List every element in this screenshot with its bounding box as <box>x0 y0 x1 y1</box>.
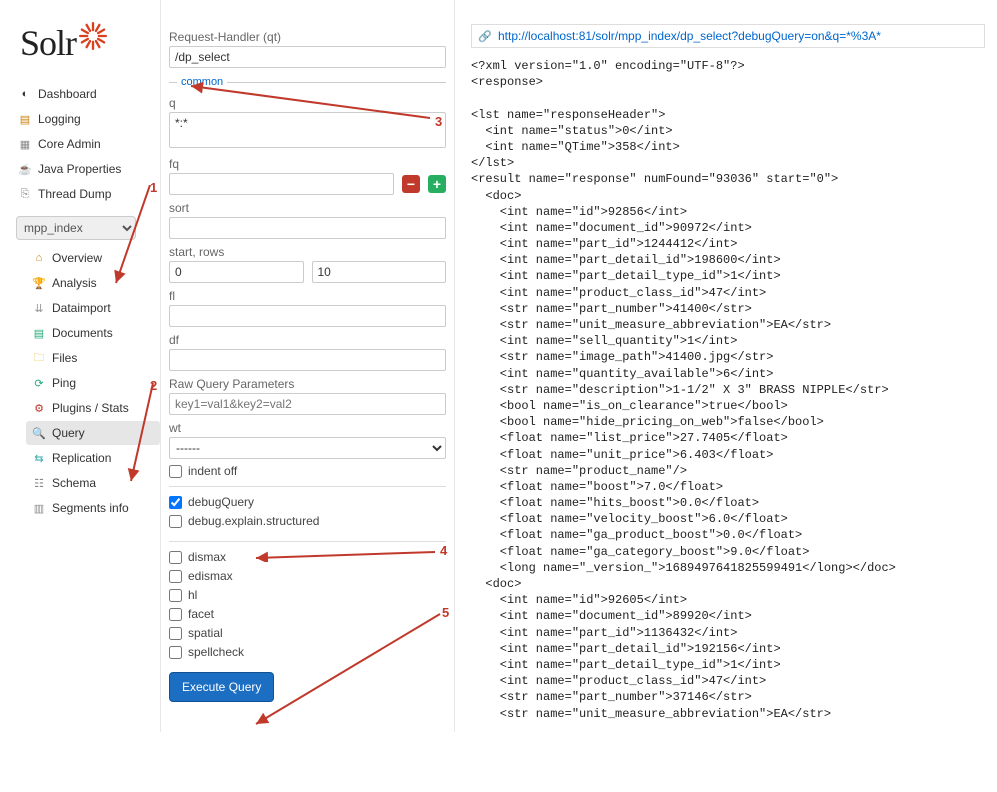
nav-replication[interactable]: ⇆ Replication <box>26 446 160 470</box>
nav-dashboard[interactable]: ◐ Dashboard <box>12 82 160 106</box>
indent-label: indent off <box>188 464 237 478</box>
nav-label: Thread Dump <box>38 187 111 201</box>
xml-response: <?xml version="1.0" encoding="UTF-8"?> <… <box>471 58 985 722</box>
fq-label: fq <box>169 157 446 171</box>
sort-input[interactable] <box>169 217 446 239</box>
wt-select[interactable]: ------ <box>169 437 446 459</box>
debugexplain-label: debug.explain.structured <box>188 514 319 528</box>
nav-label: Dashboard <box>38 87 97 101</box>
nav-segments[interactable]: ▥ Segments info <box>26 496 160 520</box>
edismax-checkbox[interactable] <box>169 570 182 583</box>
nav-threaddump[interactable]: ⎘ Thread Dump <box>12 182 160 206</box>
fq-remove-button[interactable]: − <box>402 175 420 193</box>
result-url-bar: 🔗 http://localhost:81/solr/mpp_index/dp_… <box>471 24 985 48</box>
log-icon: ▤ <box>18 112 32 126</box>
spatial-checkbox[interactable] <box>169 627 182 640</box>
start-input[interactable] <box>169 261 304 283</box>
trophy-icon: 🏆 <box>32 276 46 290</box>
folder-icon: 🗀 <box>32 351 46 365</box>
home-icon: ⌂ <box>32 251 46 265</box>
nav-label: Schema <box>52 476 96 490</box>
core-selector[interactable]: mpp_index <box>16 216 136 240</box>
nav-label: Files <box>52 351 77 365</box>
qt-input[interactable] <box>169 46 446 68</box>
rows-input[interactable] <box>312 261 447 283</box>
nav-logging[interactable]: ▤ Logging <box>12 107 160 131</box>
debugquery-label: debugQuery <box>188 495 254 509</box>
solr-logo: Solr <box>20 22 160 64</box>
facet-label: facet <box>188 607 214 621</box>
hl-label: hl <box>188 588 197 602</box>
nav-query[interactable]: 🔍 Query <box>26 421 160 445</box>
nav-label: Ping <box>52 376 76 390</box>
segments-icon: ▥ <box>32 501 46 515</box>
ping-icon: ⟳ <box>32 376 46 390</box>
nav-label: Segments info <box>52 501 129 515</box>
nav-plugins[interactable]: ⚙ Plugins / Stats <box>26 396 160 420</box>
facet-checkbox[interactable] <box>169 608 182 621</box>
import-icon: ⇊ <box>32 301 46 315</box>
nav-label: Dataimport <box>52 301 111 315</box>
q-label: q <box>169 96 446 110</box>
thread-icon: ⎘ <box>18 187 32 201</box>
sort-label: sort <box>169 201 446 215</box>
link-icon: 🔗 <box>478 29 492 43</box>
nav-schema[interactable]: ☷ Schema <box>26 471 160 495</box>
nav-label: Replication <box>52 451 111 465</box>
repl-icon: ⇆ <box>32 451 46 465</box>
q-input[interactable]: *:* <box>169 112 446 148</box>
nav-documents[interactable]: ▤ Documents <box>26 321 160 345</box>
nav-ping[interactable]: ⟳ Ping <box>26 371 160 395</box>
raw-label: Raw Query Parameters <box>169 377 446 391</box>
grid-icon: ▦ <box>18 137 32 151</box>
nav-label: Query <box>52 426 85 440</box>
df-input[interactable] <box>169 349 446 371</box>
fq-input[interactable] <box>169 173 394 195</box>
sun-icon <box>79 22 107 50</box>
execute-query-button[interactable]: Execute Query <box>169 672 274 702</box>
spatial-label: spatial <box>188 626 223 640</box>
fq-add-button[interactable]: + <box>428 175 446 193</box>
nav-coreadmin[interactable]: ▦ Core Admin <box>12 132 160 156</box>
spellcheck-label: spellcheck <box>188 645 244 659</box>
hl-checkbox[interactable] <box>169 589 182 602</box>
nav-overview[interactable]: ⌂ Overview <box>26 246 160 270</box>
dismax-checkbox[interactable] <box>169 551 182 564</box>
nav-label: Logging <box>38 112 81 126</box>
dismax-label: dismax <box>188 550 226 564</box>
raw-input[interactable] <box>169 393 446 415</box>
startrows-label: start, rows <box>169 245 446 259</box>
nav-analysis[interactable]: 🏆 Analysis <box>26 271 160 295</box>
nav-label: Java Properties <box>38 162 121 176</box>
result-url-link[interactable]: http://localhost:81/solr/mpp_index/dp_se… <box>498 29 881 43</box>
indent-checkbox[interactable] <box>169 465 182 478</box>
nav-label: Core Admin <box>38 137 101 151</box>
schema-icon: ☷ <box>32 476 46 490</box>
wt-label: wt <box>169 421 446 435</box>
plugin-icon: ⚙ <box>32 401 46 415</box>
nav-label: Analysis <box>52 276 97 290</box>
debugexplain-checkbox[interactable] <box>169 515 182 528</box>
spellcheck-checkbox[interactable] <box>169 646 182 659</box>
fl-input[interactable] <box>169 305 446 327</box>
edismax-label: edismax <box>188 569 233 583</box>
search-icon: 🔍 <box>32 426 46 440</box>
nav-dataimport[interactable]: ⇊ Dataimport <box>26 296 160 320</box>
java-icon: ☕ <box>18 162 32 176</box>
nav-label: Documents <box>52 326 113 340</box>
debugquery-checkbox[interactable] <box>169 496 182 509</box>
nav-javaprops[interactable]: ☕ Java Properties <box>12 157 160 181</box>
legend-common: common <box>177 76 227 88</box>
nav-files[interactable]: 🗀 Files <box>26 346 160 370</box>
nav-label: Overview <box>52 251 102 265</box>
doc-icon: ▤ <box>32 326 46 340</box>
df-label: df <box>169 333 446 347</box>
fl-label: fl <box>169 289 446 303</box>
nav-label: Plugins / Stats <box>52 401 129 415</box>
gauge-icon: ◐ <box>18 87 32 101</box>
qt-label: Request-Handler (qt) <box>169 30 446 44</box>
